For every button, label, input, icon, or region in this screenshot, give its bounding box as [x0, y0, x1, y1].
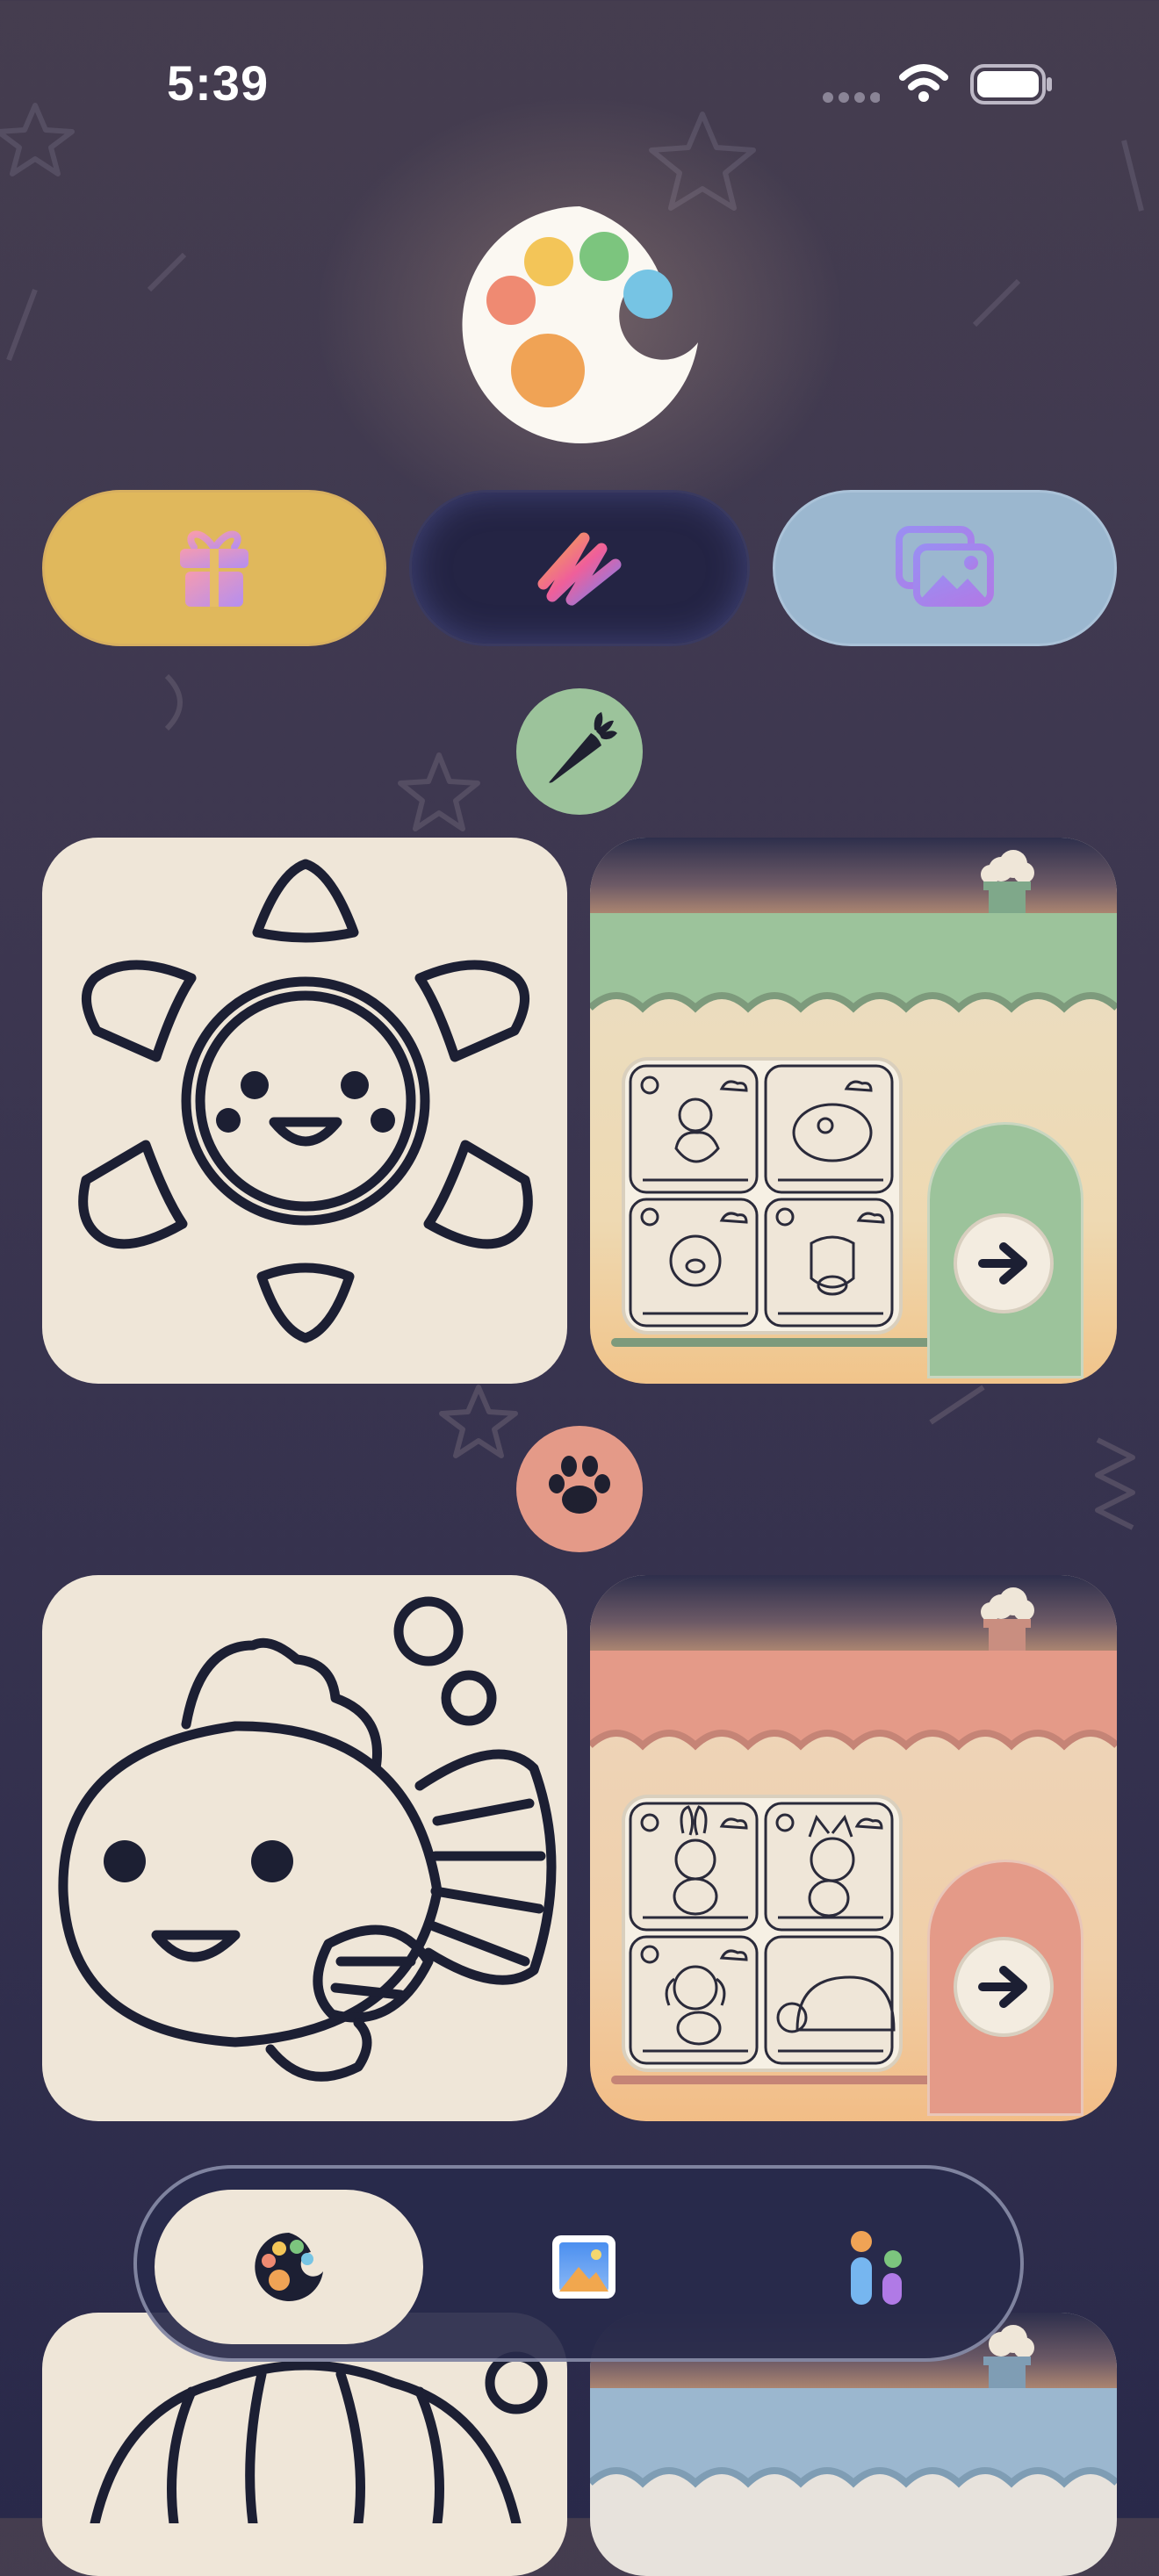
farm-open-arrow-button[interactable] — [954, 1213, 1054, 1313]
photos-icon — [892, 522, 997, 615]
tab-palette[interactable] — [155, 2190, 423, 2344]
draw-button[interactable] — [409, 490, 750, 646]
wifi-icon — [897, 63, 950, 108]
battery-icon — [969, 63, 1054, 110]
picture-icon — [552, 2235, 615, 2299]
gift-button[interactable] — [42, 490, 386, 646]
sea-awning — [590, 2388, 1117, 2488]
people-icon — [851, 2231, 902, 2305]
fish-drawing — [58, 1596, 557, 2082]
pets-pages-grid — [622, 1795, 903, 2072]
palette-icon — [255, 2233, 323, 2301]
palette-logo-icon — [457, 202, 702, 452]
chimney-icon — [981, 850, 1034, 922]
arrow-right-icon — [978, 1242, 1027, 1284]
gift-icon — [175, 522, 254, 615]
fish-coloring-page[interactable] — [42, 1575, 567, 2121]
pets-category-badge — [516, 1426, 643, 1552]
farm-category-badge — [516, 688, 643, 815]
tab-bar — [133, 2165, 1024, 2362]
pets-awning — [590, 1651, 1117, 1751]
paw-icon — [544, 1452, 615, 1527]
cellular-signal-icon — [822, 91, 881, 108]
carrot-icon — [540, 710, 619, 794]
gallery-button[interactable] — [773, 490, 1117, 646]
farm-book-card[interactable] — [590, 838, 1117, 1384]
sun-coloring-page[interactable] — [42, 838, 567, 1384]
book-shelf-line — [611, 1338, 934, 1347]
chimney-icon — [981, 1587, 1034, 1659]
farm-pages-grid — [622, 1057, 903, 1335]
scribble-icon — [531, 522, 628, 615]
tab-profile[interactable] — [743, 2190, 1011, 2344]
farm-awning — [590, 913, 1117, 1013]
sun-drawing — [78, 859, 533, 1343]
arrow-right-icon — [978, 1966, 1027, 2008]
pets-open-arrow-button[interactable] — [954, 1937, 1054, 2037]
status-time: 5:39 — [167, 55, 270, 111]
tab-gallery[interactable] — [450, 2190, 718, 2344]
pets-book-card[interactable] — [590, 1575, 1117, 2121]
book-shelf-line — [611, 2076, 934, 2084]
